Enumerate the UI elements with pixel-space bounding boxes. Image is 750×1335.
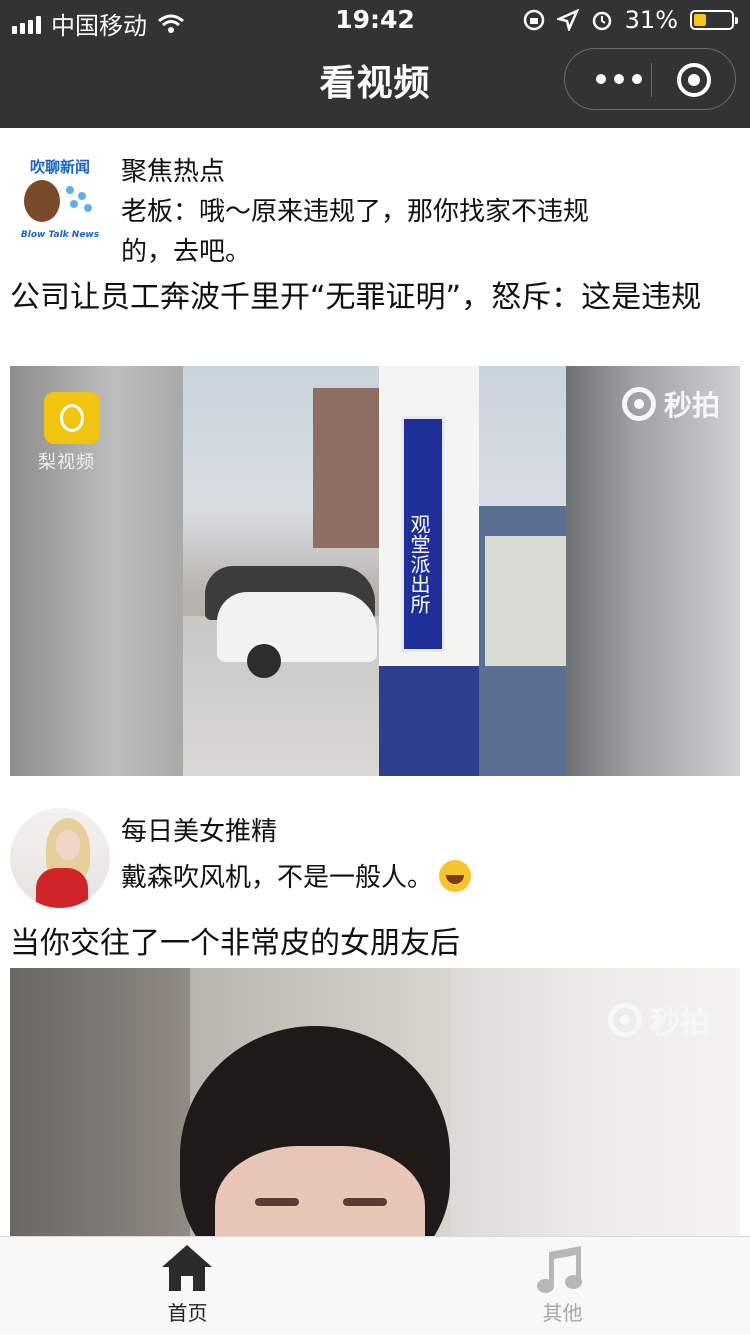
- tab-home-label: 首页: [167, 1301, 208, 1325]
- post-caption-row: 戴森吹风机，不是一般人。: [121, 858, 720, 898]
- watermark-miaopai: 秒拍: [608, 998, 710, 1042]
- status-bar: 中国移动 19:42 31%: [0, 0, 750, 40]
- watermark-right-text: 秒拍: [650, 1006, 710, 1041]
- tab-other[interactable]: 其他: [375, 1237, 750, 1335]
- author-name[interactable]: 每日美女推精: [121, 812, 720, 852]
- tears-of-joy-emoji-icon: [439, 860, 472, 892]
- post-caption: 戴森吹风机，不是一般人。: [121, 863, 434, 893]
- miaopai-logo-icon: [608, 1003, 642, 1037]
- tab-bar: 首页 其他: [0, 1236, 750, 1334]
- location-icon: [556, 9, 579, 31]
- battery-icon: [690, 10, 738, 30]
- author-avatar[interactable]: [10, 808, 110, 908]
- battery-percent: 31%: [624, 6, 678, 34]
- home-icon: [162, 1245, 212, 1291]
- alarm-icon: [592, 11, 611, 31]
- more-icon[interactable]: [589, 69, 649, 89]
- feed-item[interactable]: 每日美女推精 戴森吹风机，不是一般人。 当你交往了一个非常皮的女朋友后 秒拍: [0, 128, 750, 1236]
- top-bar: 中国移动 19:42 31% 看视频: [0, 0, 750, 128]
- capsule-divider: [651, 63, 652, 97]
- tab-other-label: 其他: [542, 1301, 583, 1325]
- mini-program-capsule: [564, 48, 736, 110]
- video-feed[interactable]: 吹聊新闻 Blow Talk News 聚焦热点 老板：哦～原来违规了，那你找家…: [0, 128, 750, 1236]
- close-mini-program-icon[interactable]: [677, 63, 711, 97]
- video-headline[interactable]: 当你交往了一个非常皮的女朋友后: [10, 922, 730, 966]
- video-thumbnail[interactable]: 秒拍: [10, 968, 740, 1236]
- music-note-icon: [537, 1246, 587, 1295]
- tab-home[interactable]: 首页: [0, 1237, 375, 1335]
- rotation-lock-icon: [523, 9, 544, 31]
